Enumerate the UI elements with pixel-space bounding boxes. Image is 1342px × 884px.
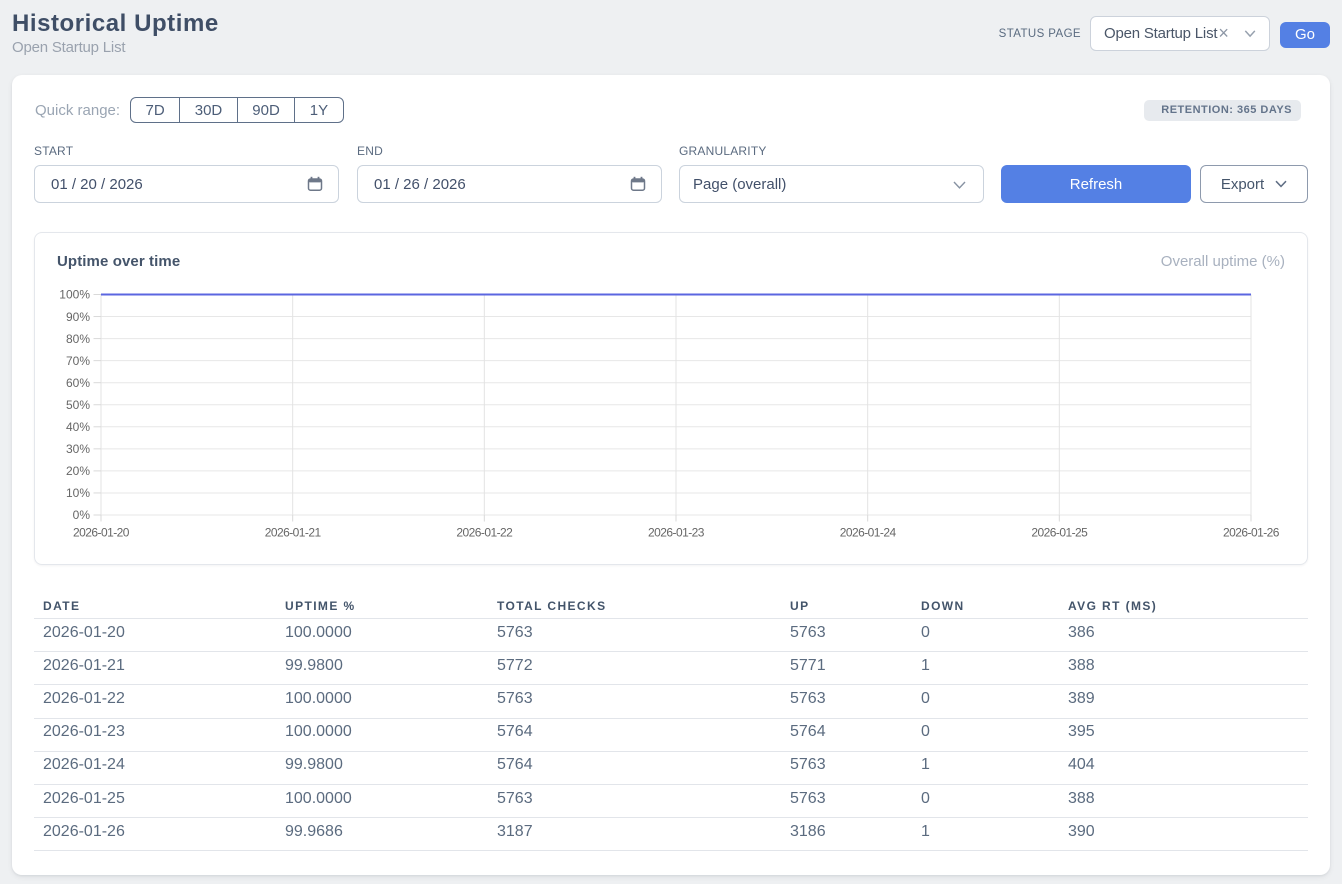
svg-text:90%: 90% <box>66 310 90 324</box>
svg-text:0%: 0% <box>73 508 91 522</box>
svg-text:20%: 20% <box>66 464 90 478</box>
svg-text:2026-01-23: 2026-01-23 <box>648 526 705 540</box>
svg-text:80%: 80% <box>66 332 90 346</box>
svg-text:2026-01-21: 2026-01-21 <box>265 526 322 540</box>
svg-text:2026-01-24: 2026-01-24 <box>840 526 897 540</box>
svg-text:2026-01-26: 2026-01-26 <box>1223 526 1280 540</box>
svg-text:10%: 10% <box>66 486 90 500</box>
svg-text:60%: 60% <box>66 376 90 390</box>
svg-text:70%: 70% <box>66 354 90 368</box>
svg-text:2026-01-22: 2026-01-22 <box>456 526 513 540</box>
svg-text:100%: 100% <box>59 288 90 302</box>
svg-text:2026-01-20: 2026-01-20 <box>73 526 130 540</box>
svg-text:30%: 30% <box>66 442 90 456</box>
svg-text:2026-01-25: 2026-01-25 <box>1031 526 1088 540</box>
svg-text:40%: 40% <box>66 420 90 434</box>
svg-text:50%: 50% <box>66 398 90 412</box>
